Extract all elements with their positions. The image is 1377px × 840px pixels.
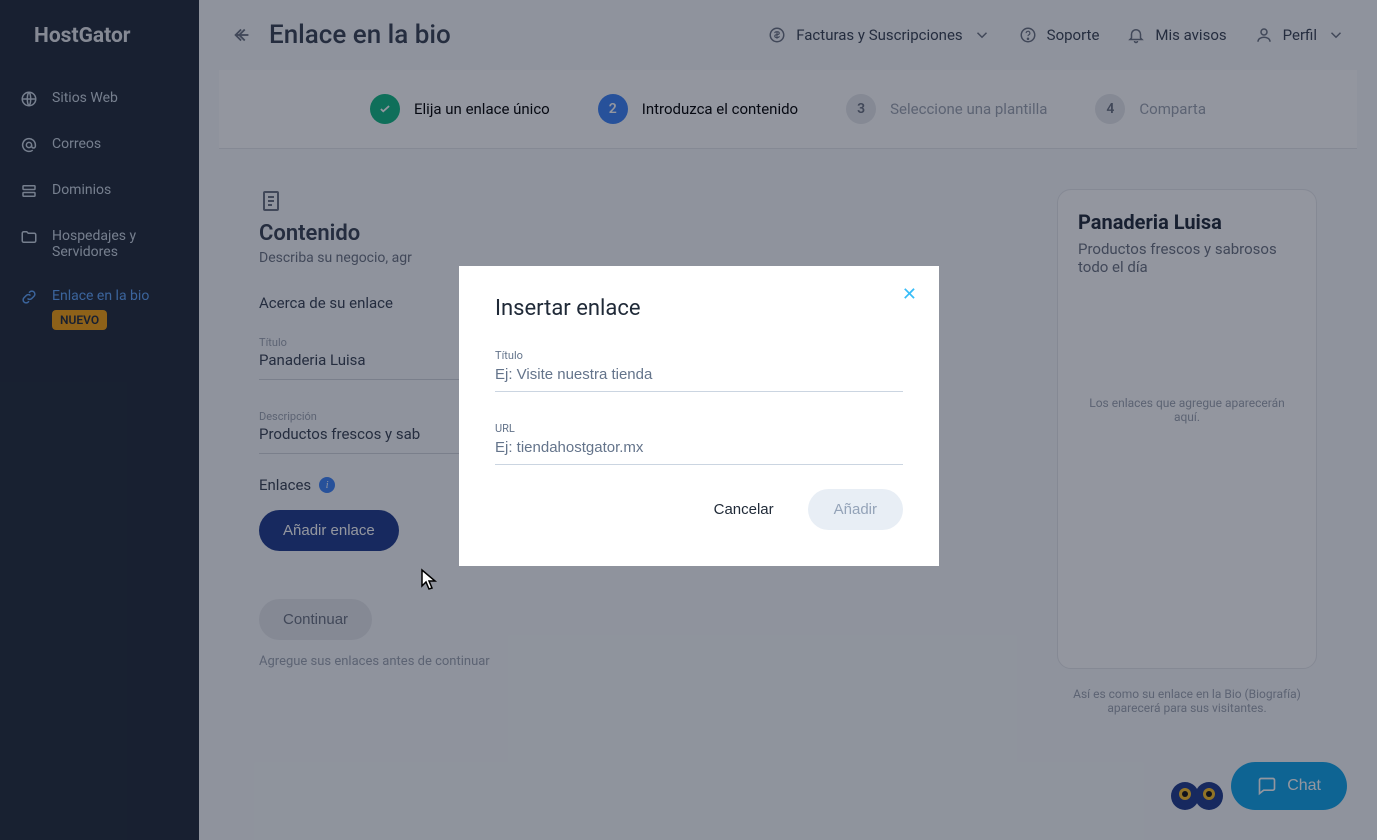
modal-title-field[interactable]: Título: [495, 343, 903, 392]
modal-url-label: URL: [495, 422, 903, 435]
modal-title: Insertar enlace: [495, 296, 903, 321]
cancel-button[interactable]: Cancelar: [698, 491, 790, 528]
modal-title-label: Título: [495, 349, 903, 362]
modal-title-input[interactable]: [495, 366, 903, 383]
insert-link-modal: ✕ Insertar enlace Título URL Cancelar Añ…: [459, 266, 939, 566]
close-icon[interactable]: ✕: [902, 284, 917, 305]
add-button[interactable]: Añadir: [808, 489, 903, 530]
modal-url-input[interactable]: [495, 439, 903, 456]
modal-url-field[interactable]: URL: [495, 416, 903, 465]
